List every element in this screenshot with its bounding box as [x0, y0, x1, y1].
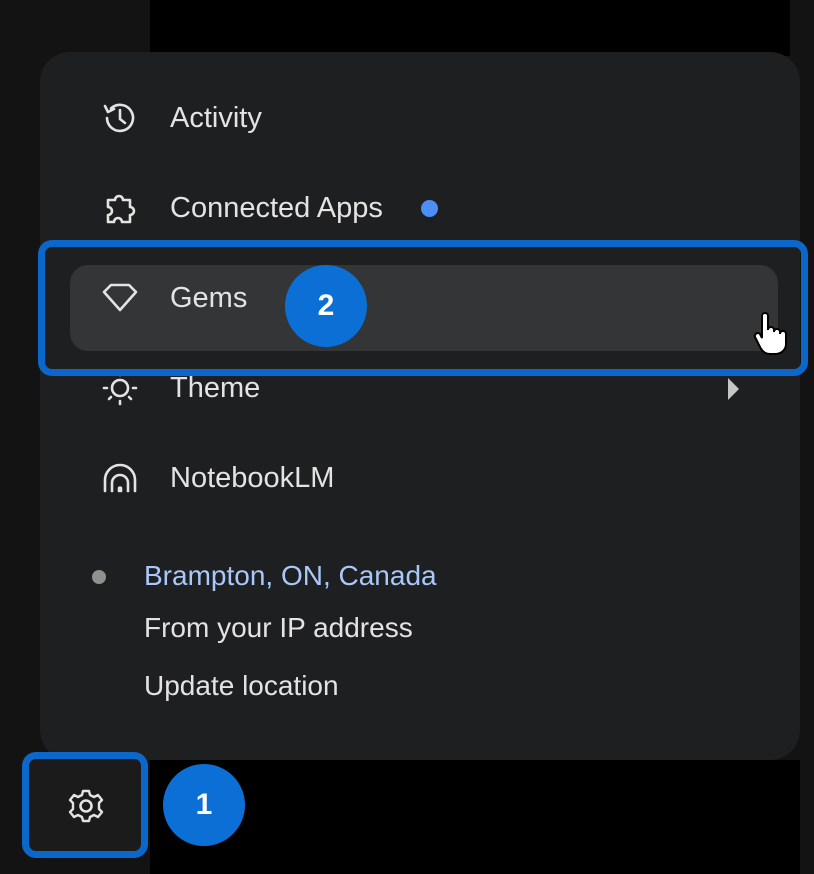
- notification-dot: [420, 199, 438, 217]
- step-badge-1: 1: [163, 764, 245, 846]
- step-badge-2: 2: [285, 265, 367, 347]
- gems-highlight-box: [38, 240, 808, 376]
- menu-item-notebooklm[interactable]: NotebookLM: [100, 446, 334, 510]
- settings-highlight-box: [22, 752, 148, 858]
- history-icon: [100, 98, 140, 138]
- menu-item-label: Theme: [170, 371, 261, 404]
- location-city[interactable]: Brampton, ON, Canada: [144, 560, 437, 592]
- notebooklm-icon: [100, 458, 140, 498]
- location-source: From your IP address: [144, 612, 413, 643]
- puzzle-icon: [100, 188, 140, 228]
- bottom-dark-area: [150, 760, 800, 874]
- update-location-link[interactable]: Update location: [144, 670, 339, 702]
- menu-item-label: Activity: [170, 101, 262, 134]
- top-dark-area: [150, 0, 790, 56]
- settings-menu: Activity Connected Apps Gems Theme Noteb…: [40, 52, 800, 760]
- hand-cursor-icon: [752, 312, 788, 361]
- menu-item-connected-apps[interactable]: Connected Apps: [100, 176, 438, 240]
- menu-item-label: NotebookLM: [170, 461, 335, 494]
- menu-item-activity[interactable]: Activity: [100, 86, 262, 150]
- menu-item-label: Connected Apps: [170, 191, 383, 224]
- chevron-right-icon: [728, 378, 739, 400]
- location-dot: [92, 570, 106, 584]
